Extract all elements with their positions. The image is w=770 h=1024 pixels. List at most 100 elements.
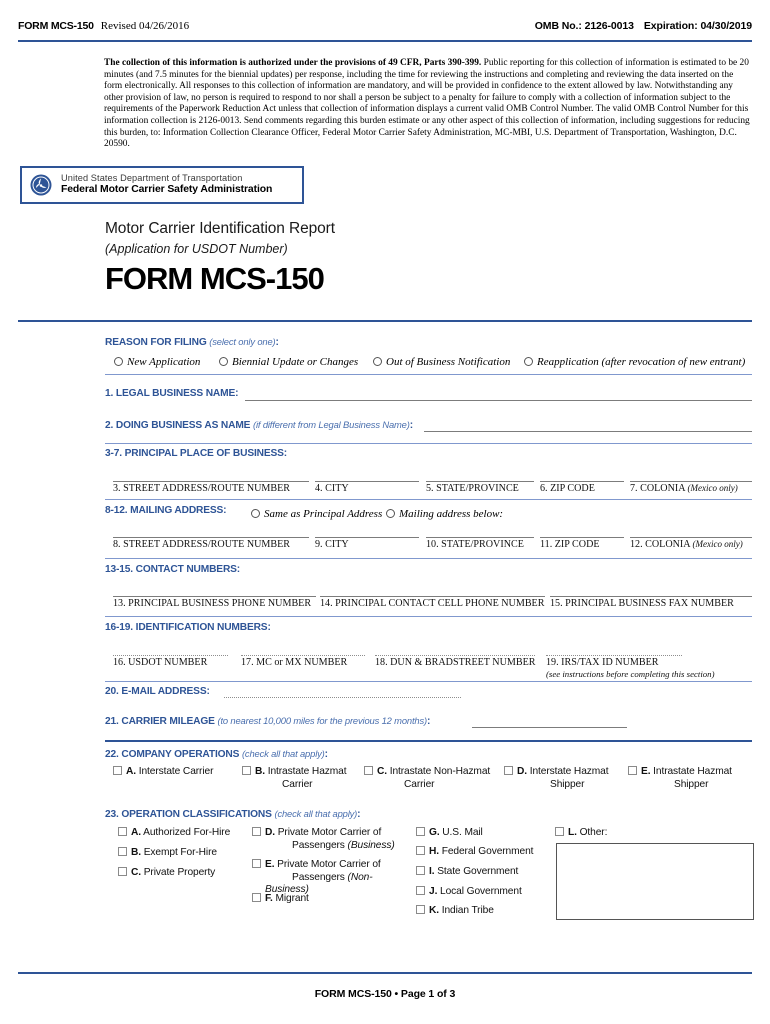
dun-bradstreet-caption: 18. DUN & BRADSTREET NUMBER [375,657,536,668]
email-address-input[interactable] [224,697,461,698]
checkbox-23l[interactable] [555,827,564,836]
checkbox-22e[interactable] [628,766,637,775]
mailing-city-input[interactable] [315,537,419,538]
checkbox-23k[interactable] [416,905,425,914]
principal-city-input[interactable] [315,481,419,482]
checkbox-item-migrant[interactable]: F. Migrant [252,893,309,906]
dun-bradstreet-input[interactable] [375,655,535,656]
mc-mx-number-input[interactable] [241,655,365,656]
operation-classifications-hint: (check all that apply) [274,808,358,819]
checkbox-23f-label: F. Migrant [265,893,309,904]
mailing-address-heading: 8-12. MAILING ADDRESS: [105,505,227,516]
legal-business-name-input[interactable] [245,400,752,401]
checkbox-22e-label: E. Intrastate Hazmat Shipper [641,766,732,790]
principal-colonia-caption: 7. COLONIA (Mexico only) [630,483,738,494]
radio-mailing-address-below[interactable] [386,509,395,518]
checkbox-item-interstate-hazmat-shipper[interactable]: D. Interstate Hazmat Shipper [504,766,624,791]
reason-label-1: Biennial Update or Changes [232,356,359,368]
checkbox-item-private-motor-carrier-business[interactable]: D. Private Motor Carrier of Passengers (B… [252,827,397,852]
checkbox-item-state-government[interactable]: I. State Government [416,866,518,879]
radio-same-as-principal[interactable] [251,509,260,518]
reason-option-new-application[interactable]: New Application [114,352,200,370]
principal-state-input[interactable] [426,481,534,482]
radio-reapplication[interactable] [524,357,533,366]
footer-divider-rule [18,972,752,974]
usdot-number-input[interactable] [113,655,228,656]
principal-street-input[interactable] [113,481,309,482]
checkbox-23a[interactable] [118,827,127,836]
checkbox-item-authorized-for-hire[interactable]: A. Authorized For-Hire [118,827,230,840]
checkbox-item-intrastate-hazmat-carrier[interactable]: B. Intrastate Hazmat Carrier [242,766,367,791]
checkbox-item-intrastate-non-hazmat-carrier[interactable]: C. Intrastate Non-Hazmat Carrier [364,766,492,791]
principal-street-caption: 3. STREET ADDRESS/ROUTE NUMBER [113,483,291,494]
mailing-zip-input[interactable] [540,537,624,538]
checkbox-item-other[interactable]: L. Other: [555,827,607,840]
dba-label-text: 2. DOING BUSINESS AS NAME [105,420,251,431]
checkbox-item-interstate-carrier[interactable]: A. Interstate Carrier [113,766,233,779]
page-footer: FORM MCS-150 • Page 1 of 3 [314,988,456,1000]
checkbox-23c[interactable] [118,867,127,876]
form-title-primary: Motor Carrier Identification Report [105,220,335,237]
checkbox-item-exempt-for-hire[interactable]: B. Exempt For-Hire [118,847,217,860]
reason-label-3: Reapplication (after revocation of new e… [537,356,746,368]
checkbox-23f[interactable] [252,893,261,902]
title-divider-rule [18,320,752,322]
checkbox-22b-label: B. Intrastate Hazmat Carrier [255,766,347,790]
radio-out-of-business[interactable] [373,357,382,366]
operation-classifications-heading-text: 23. OPERATION CLASSIFICATIONS [105,809,272,820]
checkbox-23g[interactable] [416,827,425,836]
reason-option-biennial-update[interactable]: Biennial Update or Changes [219,352,358,370]
form-title-subtitle: (Application for USDOT Number) [105,242,288,256]
carrier-mileage-label: 21. CARRIER MILEAGE (to nearest 10,000 m… [105,715,430,727]
radio-biennial-update[interactable] [219,357,228,366]
mailing-state-input[interactable] [426,537,534,538]
other-classification-textarea[interactable] [556,843,754,920]
irs-tax-id-input[interactable] [546,655,682,656]
checkbox-item-private-motor-carrier-non-business[interactable]: E. Private Motor Carrier of Passengers (N… [252,859,404,897]
radio-new-application[interactable] [114,357,123,366]
checkbox-23e[interactable] [252,859,261,868]
cell-phone-input[interactable] [320,596,545,597]
company-operations-heading-text: 22. COMPANY OPERATIONS [105,749,240,760]
dba-name-label: 2. DOING BUSINESS AS NAME (if different … [105,419,413,431]
mailing-option-address-below[interactable]: Mailing address below: [386,504,503,522]
checkbox-23c-label: C. Private Property [131,867,216,878]
checkbox-23d[interactable] [252,827,261,836]
reason-option-out-of-business[interactable]: Out of Business Notification [373,352,510,370]
checkbox-23g-label: G. U.S. Mail [429,827,483,838]
reason-option-reapplication[interactable]: Reapplication (after revocation of new e… [524,352,745,370]
mailing-street-input[interactable] [113,537,309,538]
carrier-mileage-input[interactable] [472,727,627,728]
business-phone-input[interactable] [113,596,316,597]
checkbox-item-intrastate-hazmat-shipper[interactable]: E. Intrastate Hazmat Shipper [628,766,752,791]
reason-label-2: Out of Business Notification [386,356,511,368]
checkbox-23h[interactable] [416,846,425,855]
checkbox-item-private-property[interactable]: C. Private Property [118,867,215,880]
checkbox-22d[interactable] [504,766,513,775]
checkbox-23b[interactable] [118,847,127,856]
reason-heading-text: REASON FOR FILING [105,337,207,348]
checkbox-item-indian-tribe[interactable]: K. Indian Tribe [416,905,494,918]
mailing-option-same-as-principal[interactable]: Same as Principal Address [251,504,382,522]
principal-place-heading: 3-7. PRINCIPAL PLACE OF BUSINESS: [105,448,288,459]
mailing-colonia-caption-note: (Mexico only) [692,539,743,549]
mailing-option-label-1: Mailing address below: [399,508,504,520]
principal-colonia-input[interactable] [630,481,752,482]
dba-name-input[interactable] [424,431,752,432]
checkbox-23b-label: B. Exempt For-Hire [131,847,217,858]
checkbox-23i[interactable] [416,866,425,875]
checkbox-23j[interactable] [416,886,425,895]
checkbox-22c[interactable] [364,766,373,775]
principal-zip-input[interactable] [540,481,624,482]
fax-number-input[interactable] [550,596,752,597]
usdot-number-caption: 16. USDOT NUMBER [113,657,208,668]
checkbox-22b[interactable] [242,766,251,775]
checkbox-item-local-government[interactable]: J. Local Government [416,886,522,899]
checkbox-22a[interactable] [113,766,122,775]
irs-tax-id-caption: 19. IRS/TAX ID NUMBER [546,657,659,668]
principal-zip-caption: 6. ZIP CODE [540,483,595,494]
checkbox-item-federal-government[interactable]: H. Federal Government [416,846,533,859]
mailing-colonia-input[interactable] [630,537,752,538]
checkbox-item-us-mail[interactable]: G. U.S. Mail [416,827,483,840]
header-form-name: FORM MCS-150 [18,20,94,32]
